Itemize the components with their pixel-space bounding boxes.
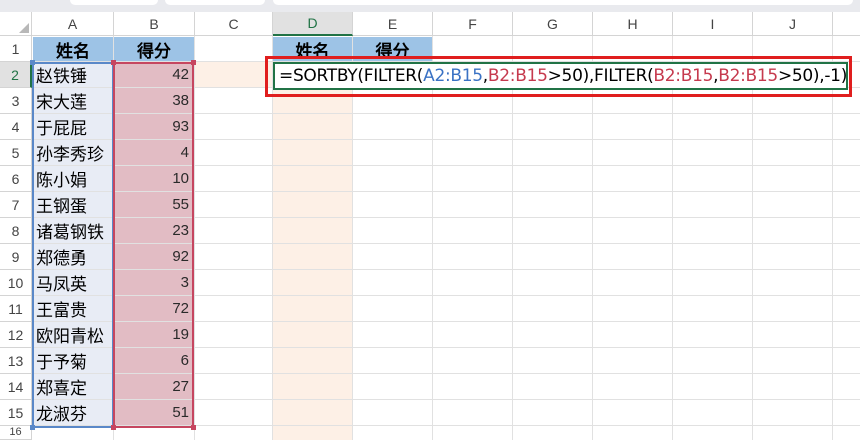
cell-name[interactable]: 欧阳青松 [33, 322, 113, 347]
cell-score[interactable]: 42 [114, 62, 194, 87]
column-header-c[interactable]: C [195, 12, 273, 36]
cell-name[interactable]: 郑喜定 [33, 374, 113, 399]
cell-name[interactable]: 宋大莲 [33, 88, 113, 113]
cell-name[interactable]: 诸葛钢铁 [33, 218, 113, 243]
cell-name[interactable]: 龙淑芬 [33, 400, 113, 425]
formula-highlight-box [265, 56, 852, 97]
range-handle[interactable] [111, 425, 116, 430]
range-handle[interactable] [30, 60, 35, 65]
cell-score[interactable]: 55 [114, 192, 194, 217]
row-header-10[interactable]: 10 [0, 270, 32, 296]
cell-score[interactable]: 93 [114, 114, 194, 139]
cell-name[interactable]: 于予菊 [33, 348, 113, 373]
cell-a1-header[interactable]: 姓名 [33, 37, 113, 61]
row-header-5[interactable]: 5 [0, 140, 32, 166]
column-header-b[interactable]: B [114, 12, 195, 36]
row-header-9[interactable]: 9 [0, 244, 32, 270]
cell-score[interactable]: 92 [114, 244, 194, 269]
cell-name[interactable]: 王富贵 [33, 296, 113, 321]
column-header-d[interactable]: D [273, 12, 353, 36]
cell-name[interactable]: 陈小娟 [33, 166, 113, 191]
cell-score[interactable]: 23 [114, 218, 194, 243]
column-header-i[interactable]: I [673, 12, 753, 36]
column-header-a[interactable]: A [32, 12, 114, 36]
cell-score[interactable]: 27 [114, 374, 194, 399]
cell-score[interactable]: 38 [114, 88, 194, 113]
cell-name[interactable]: 郑德勇 [33, 244, 113, 269]
column-header-f[interactable]: F [433, 12, 513, 36]
range-handle[interactable] [191, 425, 196, 430]
column-header-g[interactable]: G [513, 12, 593, 36]
column-header-h[interactable]: H [593, 12, 673, 36]
row-header-15[interactable]: 15 [0, 400, 32, 426]
column-d-highlight [273, 62, 353, 440]
row-2-highlight [195, 62, 273, 88]
cell-score[interactable]: 4 [114, 140, 194, 165]
cell-score[interactable]: 3 [114, 270, 194, 295]
row-header-1[interactable]: 1 [0, 36, 32, 62]
cell-name[interactable]: 孙李秀珍 [33, 140, 113, 165]
cell-name[interactable]: 马凤英 [33, 270, 113, 295]
cell-name[interactable]: 王钢蛋 [33, 192, 113, 217]
row-header-2[interactable]: 2 [0, 62, 32, 88]
cell-name[interactable]: 赵铁锤 [33, 62, 113, 87]
cell-name[interactable]: 于屁屁 [33, 114, 113, 139]
spreadsheet-grid: A B C D E F G H I J 1 2 3 4 5 6 7 8 9 10… [0, 0, 860, 440]
row-header-11[interactable]: 11 [0, 296, 32, 322]
cell-b1-header[interactable]: 得分 [114, 37, 194, 61]
cell-score[interactable]: 72 [114, 296, 194, 321]
row-header-14[interactable]: 14 [0, 374, 32, 400]
range-handle[interactable] [30, 425, 35, 430]
column-header-k[interactable] [833, 12, 860, 36]
row-header-3[interactable]: 3 [0, 88, 32, 114]
range-handle[interactable] [111, 60, 116, 65]
row-header-7[interactable]: 7 [0, 192, 32, 218]
cell-score[interactable]: 6 [114, 348, 194, 373]
row-header-12[interactable]: 12 [0, 322, 32, 348]
row-header-6[interactable]: 6 [0, 166, 32, 192]
cell-score[interactable]: 19 [114, 322, 194, 347]
cell-score[interactable]: 10 [114, 166, 194, 191]
row-header-8[interactable]: 8 [0, 218, 32, 244]
range-handle[interactable] [191, 60, 196, 65]
row-header-13[interactable]: 13 [0, 348, 32, 374]
column-header-e[interactable]: E [353, 12, 433, 36]
cell-score[interactable]: 51 [114, 400, 194, 425]
row-header-16[interactable]: 16 [0, 426, 32, 440]
select-all-corner[interactable] [0, 12, 32, 36]
column-header-j[interactable]: J [753, 12, 833, 36]
row-header-4[interactable]: 4 [0, 114, 32, 140]
